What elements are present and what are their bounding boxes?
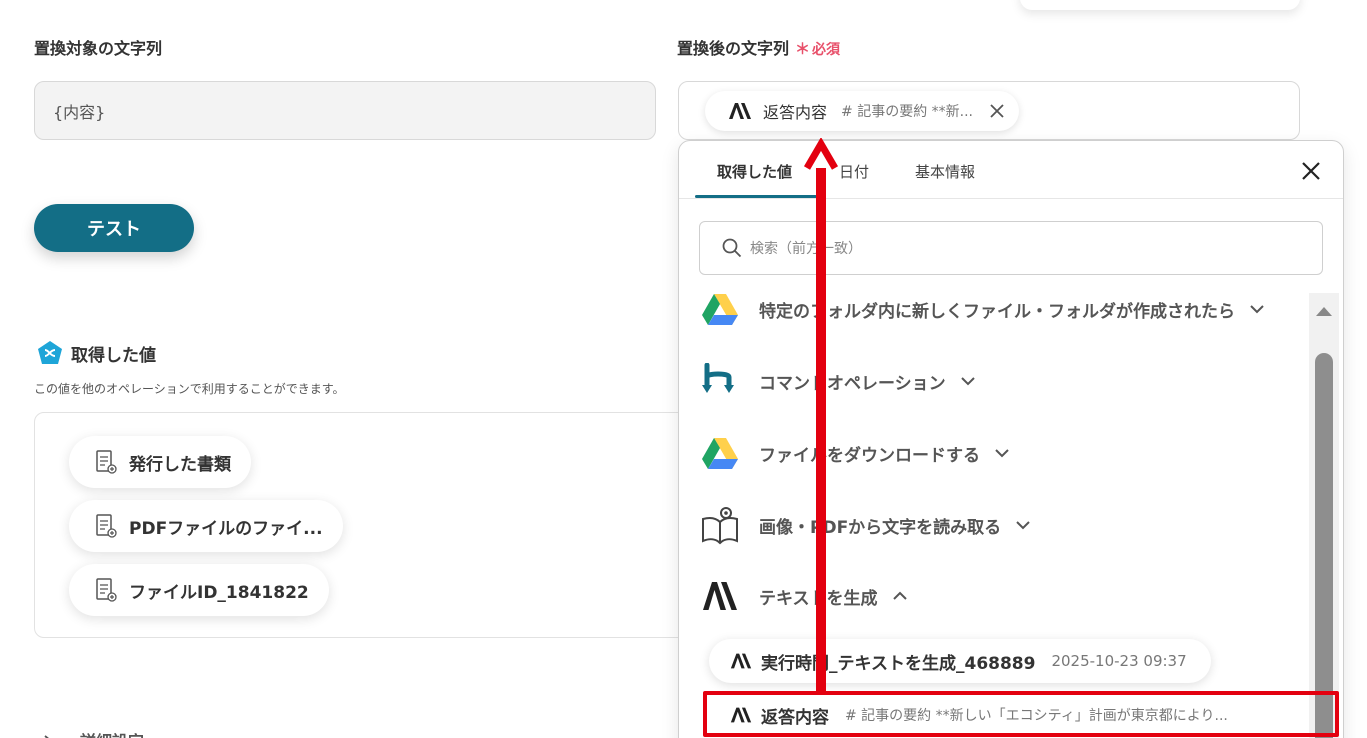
document-icon [96, 450, 117, 474]
obtained-value-chip[interactable]: ファイルID_1841822 [69, 564, 329, 616]
required-star: ＊ [795, 40, 811, 58]
tab-obtained-values[interactable]: 取得した値 [717, 161, 792, 182]
picker-group-label: 画像・PDFから文字を読み取る [759, 517, 1002, 538]
ocr-book-icon [702, 507, 738, 545]
picker-group[interactable]: ファイルをダウンロードする [701, 437, 1010, 469]
picker-group[interactable]: コマンドオペレーション [701, 363, 976, 399]
replacement-string-input[interactable]: 返答内容 # 記事の要約 **新... [678, 81, 1300, 140]
chevron-right-icon [44, 735, 49, 738]
picker-scrollbar-thumb[interactable] [1315, 353, 1333, 738]
required-badge: 必須 [812, 42, 841, 58]
chevron-down-icon [1250, 305, 1264, 314]
sub-item-label: 実行時間_テキストを生成_468889 [761, 653, 1036, 674]
obtained-values-title: 取得した値 [71, 346, 156, 366]
picker-sub-item[interactable]: 実行時間_テキストを生成_468889 2025-10-23 09:37 [709, 639, 1211, 683]
picker-group[interactable]: 特定のフォルダ内に新しくファイル・フォルダが作成されたら [701, 293, 1265, 325]
picker-group-expanded[interactable]: テキストを生成 [701, 581, 908, 611]
obtained-values-container: 発行した書類 PDFファイルのファイ... ファイルID_1841822 [34, 412, 734, 638]
close-icon[interactable] [1299, 159, 1323, 183]
google-drive-icon [702, 294, 738, 325]
replacement-variable-chip[interactable]: 返答内容 # 記事の要約 **新... [705, 90, 1019, 131]
search-icon [722, 238, 742, 258]
chevron-down-icon [995, 449, 1009, 458]
obtained-values-icon [36, 340, 64, 370]
target-string-value: {内容} [53, 102, 106, 122]
obtained-value-label: ファイルID_1841822 [129, 582, 309, 603]
google-drive-icon [702, 438, 738, 469]
variable-picker-panel: 取得した値 日付 基本情報 検索（前方一致） 特定のフォルダ内に新しくファイル・… [678, 140, 1344, 738]
document-icon [96, 578, 117, 602]
picker-search-input[interactable]: 検索（前方一致） [699, 221, 1323, 275]
replacement-chip-preview: # 記事の要約 **新... [841, 103, 973, 120]
obtained-values-description: この値を他のオペレーションで利用することができます。 [34, 382, 345, 396]
advanced-settings-label: 詳細設定 [80, 728, 144, 738]
sub-item-meta: 2025-10-23 09:37 [1051, 652, 1187, 670]
search-placeholder: 検索（前方一致） [750, 241, 862, 257]
chevron-down-icon [1016, 521, 1030, 530]
obtained-value-chip[interactable]: PDFファイルのファイ... [69, 500, 343, 552]
tab-date[interactable]: 日付 [839, 161, 869, 182]
anthropic-icon [729, 102, 751, 119]
annotation-highlight-box [703, 691, 1339, 737]
annotation-arrow-icon [803, 138, 839, 170]
picker-group[interactable]: 画像・PDFから文字を読み取る [701, 505, 1031, 545]
target-string-input[interactable]: {内容} [34, 81, 656, 140]
obtained-value-label: 発行した書類 [129, 454, 231, 475]
test-button[interactable]: テスト [34, 204, 194, 252]
replacement-label-row: 置換後の文字列 ＊ 必須 [677, 35, 840, 59]
replacement-string-label: 置換後の文字列 [677, 39, 790, 58]
document-icon [96, 514, 117, 538]
anthropic-icon [703, 582, 737, 610]
annotation-arrow-shaft [816, 168, 826, 694]
picker-group-label: 特定のフォルダ内に新しくファイル・フォルダが作成されたら [759, 301, 1235, 322]
advanced-settings-toggle[interactable]: 詳細設定 [42, 728, 144, 738]
tab-basic-info[interactable]: 基本情報 [915, 161, 975, 182]
active-tab-indicator [695, 195, 817, 198]
chevron-up-icon [892, 591, 907, 600]
picker-tabs: 取得した値 日付 基本情報 [679, 141, 1343, 199]
replacement-chip-label: 返答内容 [763, 102, 828, 122]
scroll-up-icon[interactable] [1315, 305, 1333, 317]
chevron-down-icon [960, 377, 975, 386]
picker-group-label: コマンドオペレーション [759, 373, 946, 394]
command-operation-icon [702, 363, 734, 393]
target-string-label: 置換対象の文字列 [34, 39, 163, 58]
floating-card [1020, 0, 1300, 10]
obtained-value-chip[interactable]: 発行した書類 [69, 436, 251, 488]
anthropic-icon [730, 653, 752, 669]
picker-group-label: ファイルをダウンロードする [759, 445, 980, 466]
close-icon[interactable] [987, 101, 1007, 121]
obtained-value-label: PDFファイルのファイ... [129, 518, 323, 539]
